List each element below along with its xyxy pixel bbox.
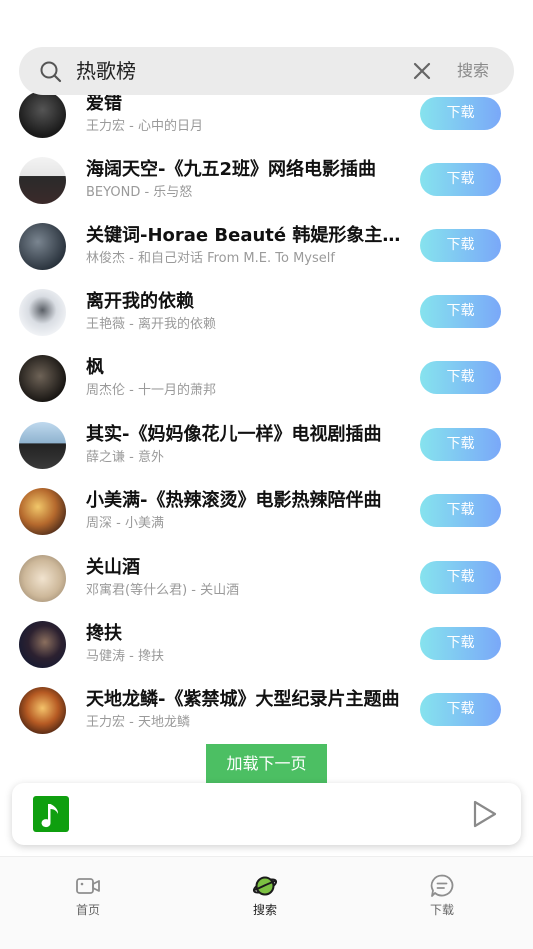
tab-label: 下载 [429, 903, 454, 917]
download-button[interactable]: 下载 [420, 361, 501, 394]
list-item[interactable]: 爱错 王力宏 - 心中的日月 下载 [0, 91, 533, 157]
list-item[interactable]: 关键词-Horae Beauté 韩媞形象主题曲 林俊杰 - 和自己对话 Fro… [0, 223, 533, 289]
search-bar[interactable]: 热歌榜 搜索 [19, 47, 514, 95]
list-item[interactable]: 离开我的依赖 王艳薇 - 离开我的依赖 下载 [0, 289, 533, 355]
download-button[interactable]: 下载 [420, 229, 501, 262]
message-icon [429, 873, 455, 899]
avatar [19, 687, 66, 734]
close-icon[interactable] [411, 60, 433, 82]
list-item[interactable]: 海阔天空-《九五2班》网络电影插曲 BEYOND - 乐与怒 下载 [0, 157, 533, 223]
video-icon [75, 873, 101, 899]
song-title: 天地龙鳞-《紫禁城》大型纪录片主题曲 [86, 689, 400, 710]
tab-label: 搜索 [252, 903, 277, 917]
list-item[interactable]: 小美满-《热辣滚烫》电影热辣陪伴曲 周深 - 小美满 下载 [0, 488, 533, 554]
list-item[interactable]: 枫 周杰伦 - 十一月的萧邦 下载 [0, 355, 533, 421]
search-input[interactable]: 热歌榜 [76, 58, 136, 84]
tab-search[interactable]: 搜索 [225, 857, 305, 949]
download-button[interactable]: 下载 [420, 627, 501, 660]
download-button[interactable]: 下载 [420, 693, 501, 726]
download-button[interactable]: 下载 [420, 295, 501, 328]
song-title: 枫 [86, 357, 104, 378]
download-button[interactable]: 下载 [420, 428, 501, 461]
song-subtitle: BEYOND - 乐与怒 [86, 185, 193, 200]
song-subtitle: 王艳薇 - 离开我的依赖 [86, 317, 216, 332]
avatar [19, 488, 66, 535]
song-title: 搀扶 [86, 623, 122, 644]
avatar [19, 355, 66, 402]
list-item[interactable]: 其实-《妈妈像花儿一样》电视剧插曲 薛之谦 - 意外 下载 [0, 422, 533, 488]
song-subtitle: 周杰伦 - 十一月的萧邦 [86, 383, 216, 398]
avatar [19, 157, 66, 204]
download-button[interactable]: 下载 [420, 494, 501, 527]
song-subtitle: 马健涛 - 搀扶 [86, 649, 164, 664]
tab-bar: 首页 搜索 下载 [0, 856, 533, 949]
avatar [19, 91, 66, 138]
search-button[interactable]: 搜索 [457, 60, 489, 82]
mini-player[interactable] [12, 783, 521, 845]
song-title: 海阔天空-《九五2班》网络电影插曲 [86, 159, 376, 180]
song-subtitle: 邓寓君(等什么君) - 关山酒 [86, 583, 240, 598]
avatar [19, 621, 66, 668]
song-title: 小美满-《热辣滚烫》电影热辣陪伴曲 [86, 490, 382, 511]
list-item[interactable]: 关山酒 邓寓君(等什么君) - 关山酒 下载 [0, 555, 533, 621]
download-button[interactable]: 下载 [420, 163, 501, 196]
music-note-icon[interactable] [33, 796, 69, 832]
song-subtitle: 王力宏 - 天地龙鳞 [86, 715, 190, 730]
tab-label: 首页 [75, 903, 100, 917]
list-item[interactable]: 搀扶 马健涛 - 搀扶 下载 [0, 621, 533, 687]
download-button[interactable]: 下载 [420, 561, 501, 594]
avatar [19, 289, 66, 336]
song-title: 关山酒 [86, 557, 140, 578]
avatar [19, 422, 66, 469]
song-subtitle: 周深 - 小美满 [86, 516, 164, 531]
tab-home[interactable]: 首页 [48, 857, 128, 949]
song-subtitle: 薛之谦 - 意外 [86, 450, 164, 465]
song-subtitle: 王力宏 - 心中的日月 [86, 119, 203, 134]
avatar [19, 555, 66, 602]
avatar [19, 223, 66, 270]
song-title: 离开我的依赖 [86, 291, 194, 312]
planet-icon [252, 873, 278, 899]
tab-download[interactable]: 下载 [402, 857, 482, 949]
song-title: 爱错 [86, 93, 122, 114]
download-button[interactable]: 下载 [420, 97, 501, 130]
song-title: 关键词-Horae Beauté 韩媞形象主题曲 [86, 225, 401, 246]
song-title: 其实-《妈妈像花儿一样》电视剧插曲 [86, 424, 382, 445]
search-icon [39, 60, 63, 84]
play-icon[interactable] [472, 799, 498, 829]
load-more-button[interactable]: 加载下一页 [206, 744, 327, 783]
song-subtitle: 林俊杰 - 和自己对话 From M.E. To Myself [86, 251, 335, 266]
